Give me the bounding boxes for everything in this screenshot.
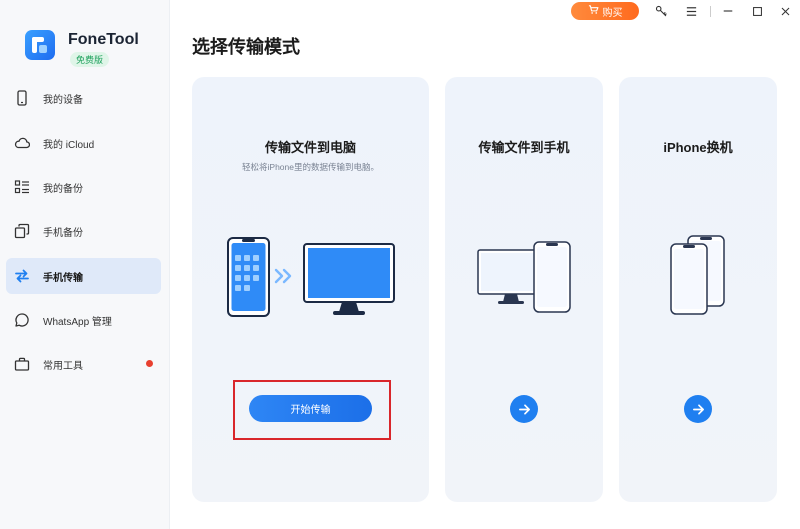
- card-title: 传输文件到电脑: [264, 140, 356, 155]
- arrow-right-icon: [518, 403, 530, 415]
- copy-icon: [14, 223, 30, 239]
- arrow-right-icon: [692, 403, 704, 415]
- card-iphone-switch[interactable]: iPhone换机: [619, 77, 777, 502]
- go-arrow-button[interactable]: [510, 395, 538, 423]
- sidebar-item-label: 手机备份: [43, 227, 83, 239]
- buy-button[interactable]: 购买: [571, 2, 639, 20]
- chat-icon: [14, 312, 30, 328]
- card-transfer-to-phone[interactable]: 传输文件到手机: [445, 77, 603, 502]
- cart-icon: [588, 4, 599, 18]
- sidebar-item-common-tools[interactable]: 常用工具: [6, 346, 161, 382]
- cloud-icon: [14, 135, 30, 151]
- page-title: 选择传输模式: [192, 37, 300, 57]
- card-title: 传输文件到手机: [478, 140, 570, 155]
- sidebar-item-my-backup[interactable]: 我的备份: [6, 169, 161, 205]
- notification-dot: [146, 360, 153, 367]
- sidebar-item-phone-backup[interactable]: 手机备份: [6, 213, 161, 249]
- sidebar-item-label: 常用工具: [43, 360, 83, 372]
- fonetool-logo-icon: [25, 30, 55, 60]
- edition-badge: 免费版: [70, 52, 110, 67]
- minimize-icon[interactable]: [718, 2, 738, 20]
- sidebar-item-label: WhatsApp 管理: [43, 316, 112, 328]
- sidebar-item-whatsapp[interactable]: WhatsApp 管理: [6, 302, 161, 338]
- sidebar-item-label: 手机传输: [43, 272, 83, 284]
- maximize-icon[interactable]: [747, 2, 767, 20]
- app-name: FoneTool: [68, 31, 139, 48]
- toolbox-icon: [14, 356, 30, 372]
- two-phones-illustration: [670, 235, 725, 315]
- computer-to-phone-illustration: [477, 241, 571, 313]
- key-icon[interactable]: [651, 2, 671, 20]
- start-transfer-button[interactable]: 开始传输: [249, 395, 372, 422]
- close-icon[interactable]: [775, 2, 795, 20]
- sidebar-item-label: 我的备份: [43, 183, 83, 195]
- sidebar-item-label: 我的设备: [43, 94, 83, 106]
- card-title: iPhone换机: [663, 140, 733, 155]
- card-transfer-to-computer[interactable]: 传输文件到电脑 轻松将iPhone里的数据传输到电脑。 开始传输: [192, 77, 429, 502]
- buy-button-label: 购买: [602, 7, 623, 19]
- phone-icon: [14, 90, 30, 106]
- sidebar-item-phone-transfer[interactable]: 手机传输: [6, 258, 161, 294]
- transfer-icon: [14, 268, 30, 284]
- sidebar-item-my-device[interactable]: 我的设备: [6, 80, 161, 116]
- sidebar: FoneTool 免费版 我的设备 我的 iCloud 我的备份 手机备份 手机…: [0, 0, 170, 529]
- titlebar-divider: [710, 6, 711, 17]
- phone-to-computer-illustration: [227, 237, 395, 317]
- menu-icon[interactable]: [681, 2, 701, 20]
- sidebar-item-label: 我的 iCloud: [43, 139, 95, 151]
- go-arrow-button[interactable]: [684, 395, 712, 423]
- sidebar-item-my-icloud[interactable]: 我的 iCloud: [6, 125, 161, 161]
- list-icon: [14, 179, 30, 195]
- card-subtitle: 轻松将iPhone里的数据传输到电脑。: [242, 162, 379, 172]
